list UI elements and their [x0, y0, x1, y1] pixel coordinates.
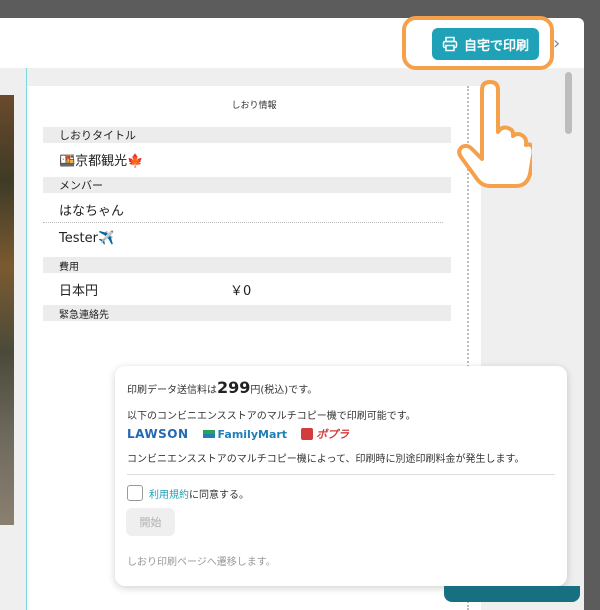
available-text: 以下のコンビニエンスストアのマルチコピー機で印刷可能です。 — [127, 411, 416, 422]
bottom-button-edge — [444, 586, 580, 602]
navigate-note: しおり印刷ページへ遷移します。 — [127, 557, 276, 568]
poplar-label: ポプラ — [316, 428, 350, 441]
lawson-logo: LAWSON — [127, 427, 189, 441]
section-header-title: しおりタイトル — [43, 127, 451, 143]
print-button-label: 自宅で印刷 — [463, 38, 529, 54]
print-dialog: 印刷データ送信料は299円(税込)です。 以下のコンビニエンスストアのマルチコピ… — [115, 366, 567, 586]
familymart-logo: FamilyMart — [202, 427, 288, 441]
agree-label: に同意する。 — [189, 489, 249, 501]
member-name: Tester✈️ — [59, 231, 115, 246]
popup-divider — [127, 474, 555, 475]
section-header-members: メンバー — [43, 177, 451, 193]
print-at-home-button[interactable]: 自宅で印刷 — [432, 28, 539, 60]
printer-icon — [442, 36, 458, 52]
familymart-mark-icon — [202, 430, 215, 438]
store-logos: LAWSON FamilyMart ポプラ — [127, 426, 349, 442]
section-header-emergency: 緊急連絡先 — [43, 305, 451, 321]
extra-fee-note: コンビニエンスストアのマルチコピー機によって、印刷時に別途印刷料金が発生します。 — [127, 454, 525, 465]
member-divider — [43, 222, 443, 223]
poplar-mark-icon — [301, 428, 314, 440]
fee-amount: 299 — [217, 378, 251, 397]
agree-row: 利用規約に同意する。 — [127, 485, 249, 501]
poplar-logo: ポプラ — [301, 426, 349, 442]
fee-prefix: 印刷データ送信料は — [127, 385, 217, 396]
chevron-right-icon[interactable]: › — [553, 33, 560, 54]
terms-link[interactable]: 利用規約 — [149, 490, 189, 501]
hand-pointer-icon — [452, 80, 536, 194]
fee-suffix: 円(税込)です。 — [250, 385, 318, 396]
section-header-cost: 費用 — [43, 257, 451, 273]
currency-label: 日本円 — [59, 284, 99, 299]
member-name: はなちゃん — [59, 204, 125, 219]
shiori-title-value: 🍱京都観光🍁 — [59, 154, 144, 169]
start-button[interactable]: 開始 — [126, 508, 175, 536]
familymart-label: FamilyMart — [217, 427, 288, 441]
fee-line: 印刷データ送信料は299円(税込)です。 — [127, 378, 317, 397]
page-title: しおり情報 — [231, 101, 277, 111]
agree-checkbox[interactable] — [127, 485, 143, 501]
cost-value: ￥0 — [230, 284, 252, 299]
scrollbar-thumb[interactable] — [565, 72, 572, 134]
cover-photo — [0, 95, 14, 525]
